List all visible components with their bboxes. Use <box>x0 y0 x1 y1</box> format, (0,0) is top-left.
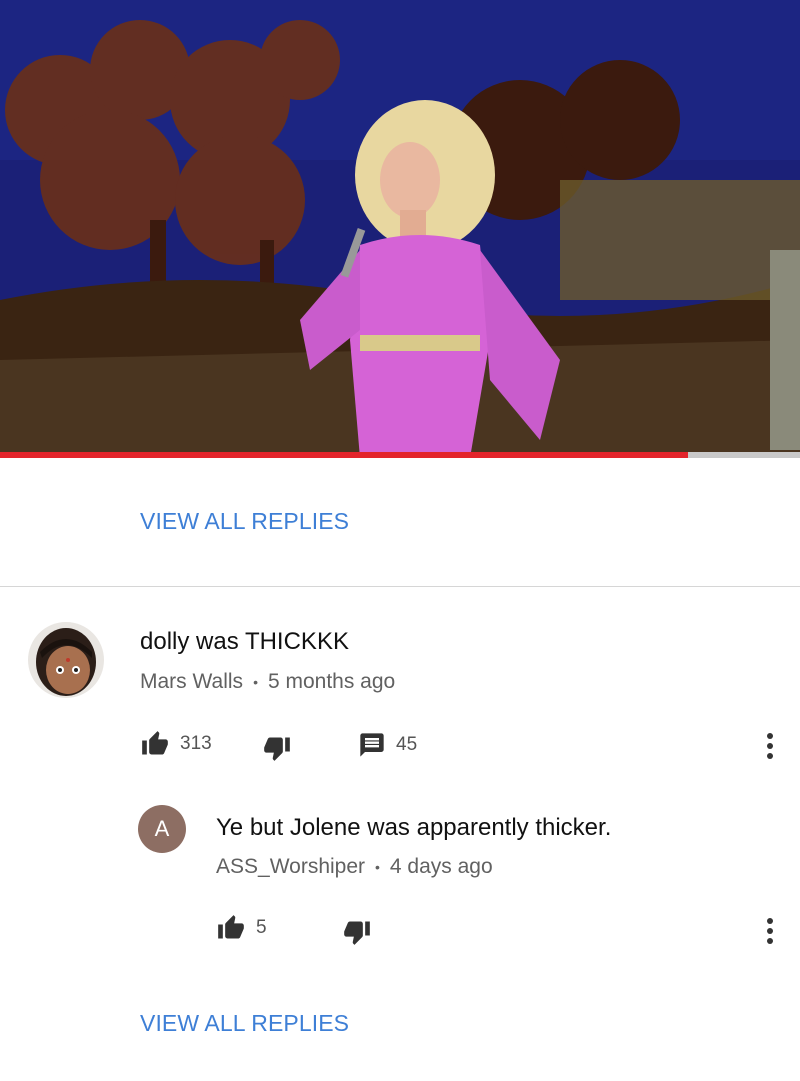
reply-like-count: 5 <box>256 917 267 938</box>
reply-time: 4 days ago <box>389 855 493 878</box>
comment-meta: Mars Walls • 5 months ago <box>140 670 395 694</box>
thumb-down-icon <box>264 737 290 761</box>
divider <box>0 586 800 587</box>
like-count: 313 <box>180 733 212 754</box>
comment-author[interactable]: Mars Walls <box>140 670 243 694</box>
reply-count: 45 <box>396 734 418 755</box>
thumb-down-icon <box>344 921 370 945</box>
comment-time: 5 months ago <box>267 670 396 693</box>
video-progress-fill <box>0 452 688 458</box>
comment-more-options-icon[interactable] <box>765 733 775 759</box>
comment-dislike-button[interactable] <box>262 734 292 762</box>
video-thumbnail[interactable] <box>0 0 800 458</box>
reply-text: Ye but Jolene was apparently thicker. <box>216 814 612 841</box>
view-all-replies-link-bottom[interactable]: VIEW ALL REPLIES <box>140 1010 349 1037</box>
comment-avatar[interactable] <box>28 622 104 698</box>
video-frame-image <box>0 0 800 458</box>
meta-separator: • <box>375 859 380 875</box>
reply-like-button[interactable]: 5 <box>216 914 267 942</box>
comment-replies-button[interactable]: 45 <box>358 731 417 759</box>
reply-meta: ASS_Worshiper • 4 days ago <box>216 855 493 879</box>
video-progress-bar[interactable] <box>0 452 800 458</box>
reply-more-options-icon[interactable] <box>765 918 775 944</box>
comment-icon <box>360 733 384 757</box>
thumb-up-icon <box>218 915 244 939</box>
view-all-replies-link[interactable]: VIEW ALL REPLIES <box>140 508 349 535</box>
comment-text: dolly was THICKKK <box>140 628 349 655</box>
thumb-up-icon <box>142 731 168 755</box>
comment-like-button[interactable]: 313 <box>140 730 212 758</box>
reply-author[interactable]: ASS_Worshiper <box>216 855 365 879</box>
reply-dislike-button[interactable] <box>342 918 372 946</box>
meta-separator: • <box>253 674 258 690</box>
reply-avatar[interactable]: A <box>138 805 186 853</box>
user-photo-icon <box>28 622 104 698</box>
